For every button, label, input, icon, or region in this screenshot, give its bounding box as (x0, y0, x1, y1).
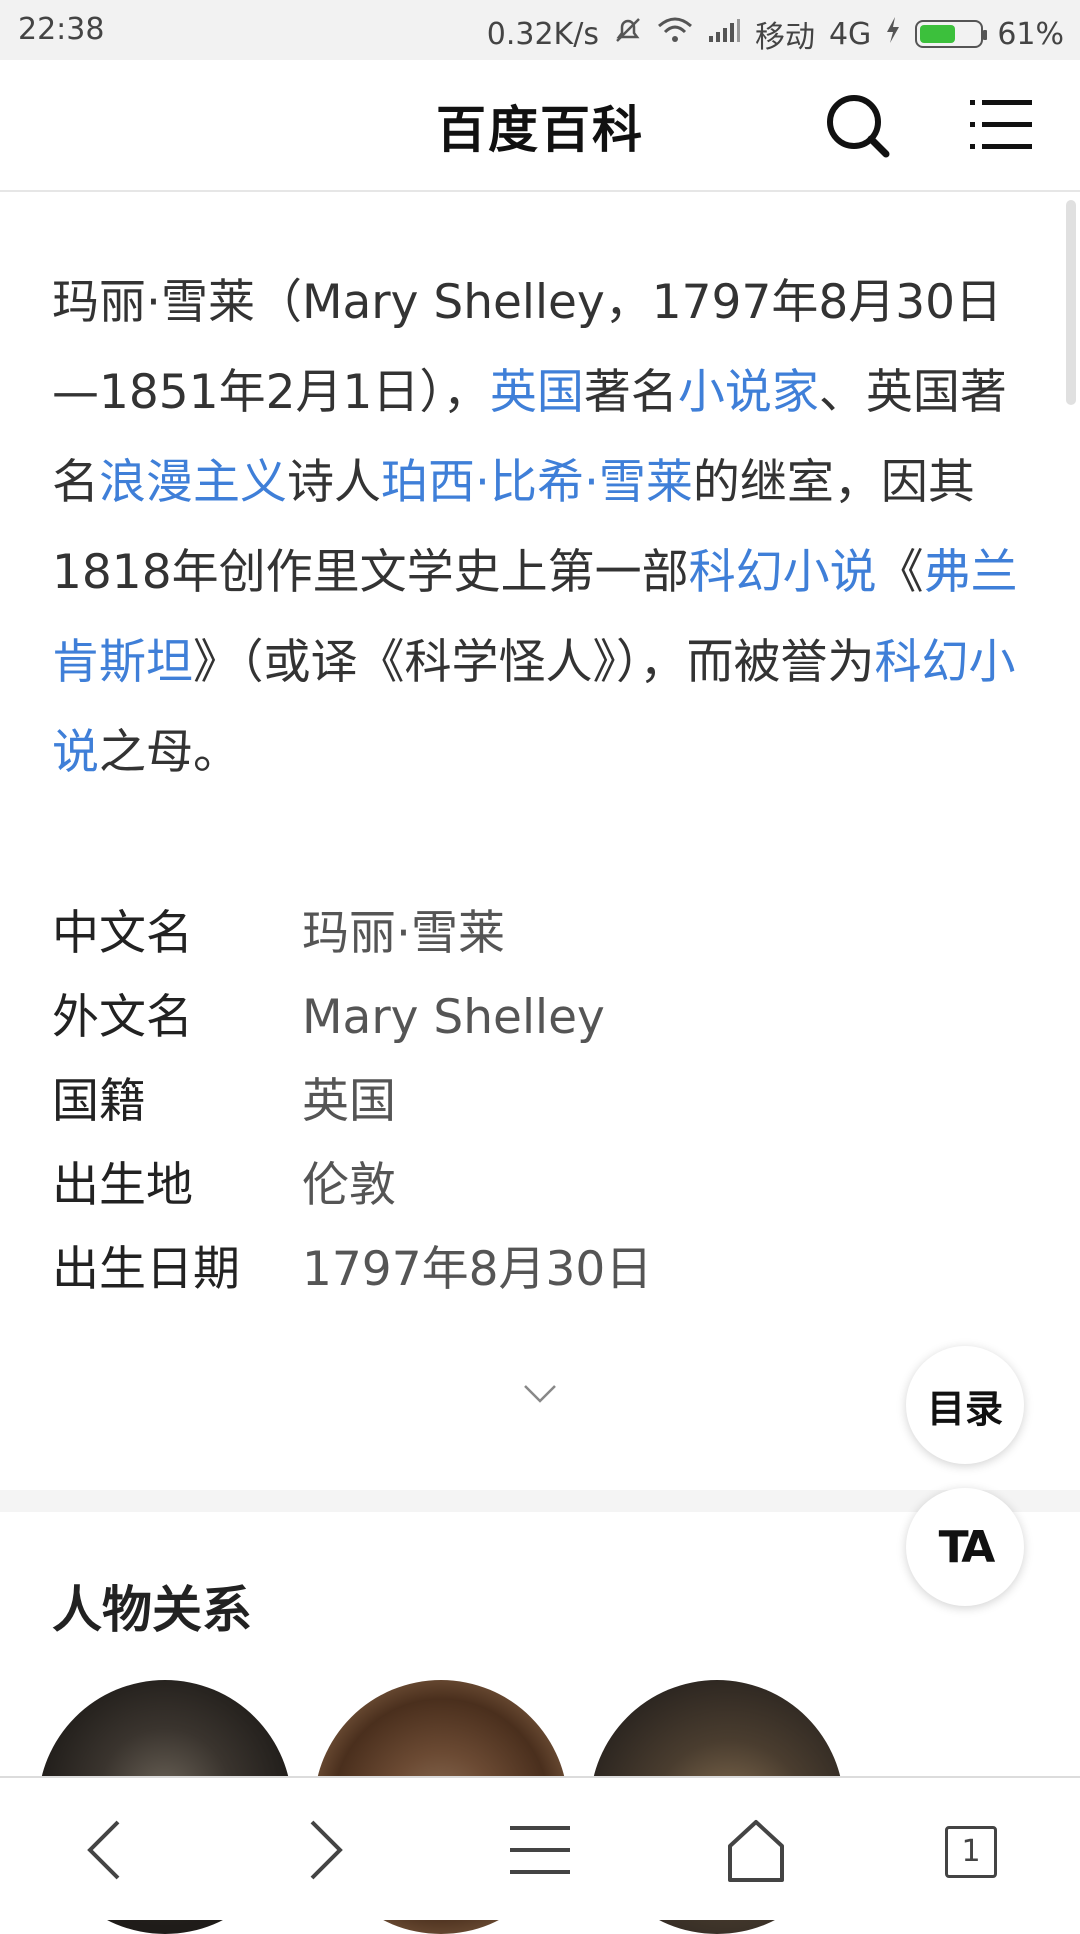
infobox-key: 中文名 (52, 906, 193, 961)
infobox-value: Mary Shelley (302, 990, 605, 1045)
infobox-key: 出生日期 (52, 1242, 240, 1297)
infobox-value: 伦敦 (302, 1158, 396, 1213)
app-header: 百度百科 (0, 60, 1080, 192)
infobox-key: 外文名 (52, 990, 193, 1045)
home-icon[interactable] (720, 1814, 792, 1886)
summary-text: 著名 (583, 365, 678, 420)
summary-text: 《 (876, 545, 924, 600)
status-time: 22:38 (18, 12, 105, 47)
forward-icon[interactable] (288, 1814, 360, 1886)
status-right: 0.32K/s 移动 4G 61% (487, 12, 1064, 56)
infobox-value: 1797年8月30日 (302, 1242, 653, 1297)
infobox-key: 出生地 (52, 1158, 193, 1213)
summary-link[interactable]: 浪漫主义 (99, 455, 287, 510)
summary-link[interactable]: 科幻小说 (689, 545, 877, 600)
infobox-row: 出生地 伦敦 (52, 1144, 952, 1228)
wifi-icon (657, 16, 693, 52)
battery-icon (915, 20, 988, 48)
chevron-down-icon[interactable] (522, 1382, 558, 1406)
summary-text: 》（或译《科学怪人》），而被誉为 (193, 635, 875, 690)
infobox-row: 中文名 玛丽·雪莱 (52, 892, 952, 976)
infobox-row: 出生日期 1797年8月30日 (52, 1228, 952, 1312)
brand-title[interactable]: 百度百科 (0, 90, 1080, 162)
menu-icon[interactable] (970, 98, 1032, 152)
infobox: 中文名 玛丽·雪莱外文名 Mary Shelley 国籍 英国出生地 伦敦出生日期 1797… (52, 892, 952, 1312)
summary-text: 诗人 (287, 455, 381, 510)
relations-title: 人物关系 (52, 1581, 252, 1639)
summary-paragraph: 玛丽·雪莱（Mary Shelley，1797年8月30日—1851年2月1日）… (52, 258, 1037, 798)
summary-link[interactable]: 英国 (490, 365, 584, 420)
battery-fill (920, 25, 956, 43)
search-icon[interactable] (822, 90, 892, 160)
battery-percent: 61% (997, 16, 1064, 52)
toc-button[interactable]: 目录 (906, 1346, 1024, 1464)
browser-bottom-bar (0, 1776, 1080, 1920)
status-bar: 22:38 0.32K/s 移动 4G 61% (0, 0, 1080, 60)
infobox-row: 国籍 英国 (52, 1060, 952, 1144)
back-icon[interactable] (70, 1814, 142, 1886)
infobox-row: 外文名 Mary Shelley (52, 976, 952, 1060)
tabs-icon[interactable]: 1 (945, 1826, 997, 1878)
network-type: 4G (828, 16, 872, 52)
font-size-button[interactable]: TA (906, 1488, 1024, 1606)
summary-text: 之母。 (99, 725, 240, 780)
summary-link[interactable]: 小说家 (678, 365, 819, 420)
infobox-value: 玛丽·雪莱 (302, 906, 505, 961)
section-divider (0, 1490, 1080, 1512)
infobox-key: 国籍 (52, 1074, 146, 1129)
summary-link[interactable]: 珀西·比希·雪莱 (381, 455, 693, 510)
infobox-value: 英国 (302, 1074, 396, 1129)
mute-icon (613, 15, 643, 53)
net-speed: 0.32K/s (486, 16, 599, 52)
scrollbar[interactable] (1066, 200, 1076, 405)
carrier: 移动 (754, 20, 815, 55)
menu-icon[interactable] (504, 1814, 576, 1886)
signal-icon (707, 17, 741, 52)
charging-icon (885, 16, 901, 52)
